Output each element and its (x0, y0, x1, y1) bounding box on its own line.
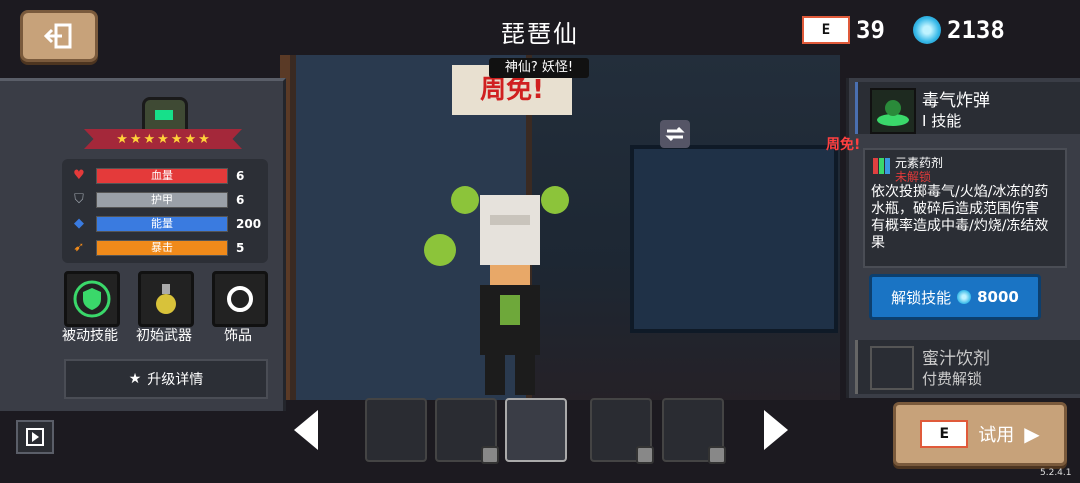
second-skill-name: 蜜汁饮剂 (922, 349, 990, 369)
stat-label: 能量 (151, 217, 173, 230)
gem-counter: 2138 (913, 16, 1005, 44)
stat-row: ➹ 暴击 5 (72, 239, 262, 257)
weekly-free-tag: 周免! (826, 137, 861, 153)
stat-row: ◆ 能量 200 (72, 215, 262, 233)
upgrade-details-button[interactable]: ★ 升级详情 (64, 359, 268, 399)
e-card-icon: E (802, 16, 850, 44)
stat-row: ⛉ 护甲 6 (72, 191, 262, 209)
chevron-right-icon: ▶ (1024, 422, 1040, 446)
replay-button[interactable] (16, 420, 54, 454)
next-character-arrow[interactable] (764, 410, 788, 450)
description-status: 未解锁 (895, 170, 932, 184)
exit-door-icon (44, 23, 72, 49)
skill-panel: 毒气炸弹 I 技能 元素药剂 未解锁 依次投掷毒气/火焰/冰冻的药水瓶，破碎后造… (846, 78, 1080, 398)
skill-type-marker: I (922, 112, 927, 130)
unlock-skill-label: 解锁技能 (891, 288, 952, 307)
skill-header[interactable]: 毒气炸弹 I 技能 (855, 82, 1080, 134)
stat-value: 5 (236, 241, 245, 255)
second-skill-type: 付费解锁 (922, 370, 983, 388)
diamond-icon: ◆ (74, 216, 84, 231)
stat-label: 血量 (151, 169, 173, 182)
stat-value: 200 (236, 217, 262, 231)
try-button[interactable]: E 试用 ▶ (893, 402, 1067, 466)
passive-skill-label: 被动技能 (62, 328, 118, 344)
lock-icon (636, 446, 654, 464)
skill-type: I 技能 (922, 110, 961, 131)
lock-icon (481, 446, 499, 464)
stat-value: 6 (236, 169, 245, 183)
star-icon: ★ (129, 131, 142, 147)
description-text: 依次投掷毒气/火焰/冰冻的药水瓶，破碎后造成范围伤害 有概率造成中毒/灼烧/冻结… (871, 184, 1049, 251)
star-icon: ★ (128, 371, 142, 387)
upgrade-details-label: 升级详情 (147, 372, 204, 388)
gem-icon (957, 290, 972, 304)
speech-bubble: 神仙? 妖怪! (489, 58, 589, 78)
stat-row: ♥ 血量 6 (72, 167, 262, 185)
stat-label: 暴击 (151, 241, 173, 254)
gem-icon (913, 16, 941, 44)
back-button[interactable] (20, 10, 98, 62)
star-ribbon: ★ ★ ★ ★ ★ ★ ★ (84, 129, 242, 149)
page-title: 琵琶仙 (501, 20, 579, 48)
version-label: 5.2.4.1 (1040, 468, 1072, 478)
shield-icon: ⛉ (74, 192, 84, 207)
gem-count: 2138 (947, 16, 1005, 44)
skill-name: 毒气炸弹 (922, 91, 990, 111)
top-bar: 琵琶仙 E 39 2138 (0, 0, 1080, 62)
crit-icon: ➹ (73, 240, 85, 255)
pipa-immortal-character (424, 186, 569, 395)
potion-flask-icon (156, 284, 176, 314)
gift-card-counter: E 39 (802, 16, 885, 44)
star-icon: ★ (157, 131, 169, 147)
character-thumb-engineer[interactable] (365, 398, 427, 462)
play-icon (26, 428, 44, 446)
unlock-cost: 8000 (977, 288, 1019, 306)
potion-rack-icon (873, 158, 890, 174)
gift-card-count: 39 (856, 16, 885, 44)
skill-type-label: 技能 (931, 112, 962, 130)
character-thumb-elephant[interactable] (590, 398, 654, 464)
ring-icon (227, 286, 253, 312)
previous-character-arrow[interactable] (294, 410, 318, 450)
stats-box: ♥ 血量 6 ⛉ 护甲 6 ◆ 能量 200 ➹ 暴击 5 (62, 159, 268, 263)
accessory-label: 饰品 (224, 328, 252, 344)
character-thumb-robot[interactable] (435, 398, 499, 464)
stat-bar: 血量 (96, 168, 228, 184)
star-icon: ★ (170, 131, 183, 147)
stat-value: 6 (236, 193, 245, 207)
stat-bar: 暴击 (96, 240, 228, 256)
passive-skill-slot[interactable] (64, 271, 120, 327)
character-thumb-pipa-immortal[interactable] (505, 398, 567, 462)
star-icon: ★ (198, 131, 210, 147)
stat-label: 护甲 (151, 193, 173, 206)
starting-weapon-slot[interactable] (138, 271, 194, 327)
starting-weapon-label: 初始武器 (136, 328, 192, 344)
stat-bar: 能量 (96, 216, 228, 232)
accessory-slot[interactable] (212, 271, 268, 327)
heart-icon: ♥ (73, 168, 85, 183)
star-icon: ★ (143, 131, 156, 147)
character-thumb-beast[interactable] (662, 398, 726, 464)
background-shelf (630, 145, 838, 333)
second-skill[interactable]: 蜜汁饮剂 付费解锁 (855, 340, 1080, 394)
lock-icon (708, 446, 726, 464)
honey-drink-icon (870, 346, 914, 390)
character-room-scene: 周免! (280, 55, 840, 400)
e-card-icon: E (920, 420, 969, 448)
hero-stats-panel: ★ ★ ★ ★ ★ ★ ★ ♥ 血量 6 ⛉ 护甲 6 ◆ 能量 200 ➹ 暴击 5 被动技能 初始武器 饰品 … (0, 78, 286, 411)
passive-shield-icon (73, 280, 111, 318)
stat-bar: 护甲 (96, 192, 228, 208)
swap-icon[interactable] (660, 120, 690, 148)
skill-description-box[interactable]: 元素药剂 未解锁 依次投掷毒气/火焰/冰冻的药水瓶，破碎后造成范围伤害 有概率造… (863, 148, 1067, 268)
star-icon: ★ (184, 131, 197, 147)
try-button-label: 试用 (978, 425, 1015, 446)
star-icon: ★ (116, 131, 128, 147)
unlock-skill-button[interactable]: 解锁技能 8000 (869, 274, 1041, 320)
poison-bomb-icon (870, 88, 916, 134)
